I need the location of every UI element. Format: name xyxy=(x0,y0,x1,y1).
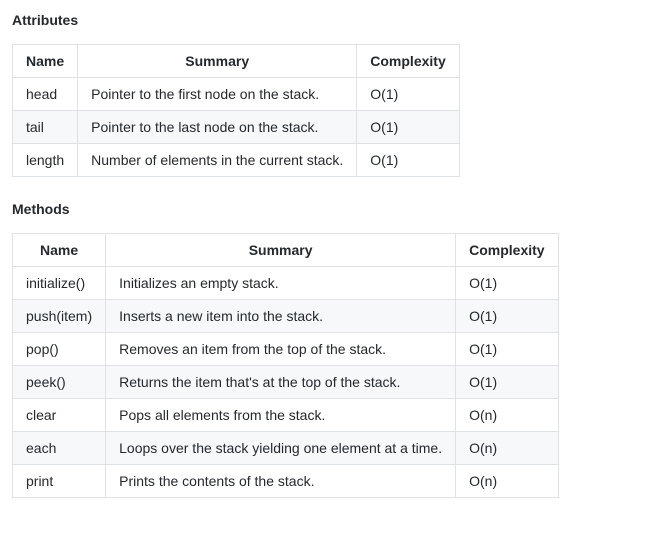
col-header-complexity: Complexity xyxy=(357,45,459,78)
cell-complexity: O(1) xyxy=(456,366,558,399)
cell-name: length xyxy=(13,144,78,177)
cell-summary: Initializes an empty stack. xyxy=(106,267,456,300)
table-row: head Pointer to the first node on the st… xyxy=(13,78,460,111)
cell-name: initialize() xyxy=(13,267,106,300)
table-row: each Loops over the stack yielding one e… xyxy=(13,432,559,465)
cell-name: clear xyxy=(13,399,106,432)
table-row: peek() Returns the item that's at the to… xyxy=(13,366,559,399)
cell-complexity: O(1) xyxy=(456,333,558,366)
cell-name: head xyxy=(13,78,78,111)
cell-name: peek() xyxy=(13,366,106,399)
col-header-summary: Summary xyxy=(106,234,456,267)
cell-complexity: O(1) xyxy=(357,78,459,111)
section-title-attributes: Attributes xyxy=(12,12,638,28)
table-row: print Prints the contents of the stack. … xyxy=(13,465,559,498)
col-header-summary: Summary xyxy=(78,45,357,78)
col-header-complexity: Complexity xyxy=(456,234,558,267)
cell-name: pop() xyxy=(13,333,106,366)
col-header-name: Name xyxy=(13,45,78,78)
table-row: tail Pointer to the last node on the sta… xyxy=(13,111,460,144)
table-header-row: Name Summary Complexity xyxy=(13,45,460,78)
cell-name: tail xyxy=(13,111,78,144)
cell-summary: Returns the item that's at the top of th… xyxy=(106,366,456,399)
table-row: length Number of elements in the current… xyxy=(13,144,460,177)
cell-complexity: O(1) xyxy=(456,267,558,300)
table-header-row: Name Summary Complexity xyxy=(13,234,559,267)
table-row: pop() Removes an item from the top of th… xyxy=(13,333,559,366)
cell-name: print xyxy=(13,465,106,498)
cell-summary: Prints the contents of the stack. xyxy=(106,465,456,498)
cell-complexity: O(n) xyxy=(456,432,558,465)
cell-summary: Pops all elements from the stack. xyxy=(106,399,456,432)
cell-summary: Removes an item from the top of the stac… xyxy=(106,333,456,366)
cell-summary: Inserts a new item into the stack. xyxy=(106,300,456,333)
section-title-methods: Methods xyxy=(12,201,638,217)
cell-complexity: O(1) xyxy=(357,144,459,177)
cell-name: push(item) xyxy=(13,300,106,333)
cell-name: each xyxy=(13,432,106,465)
cell-summary: Pointer to the last node on the stack. xyxy=(78,111,357,144)
cell-complexity: O(1) xyxy=(456,300,558,333)
table-row: push(item) Inserts a new item into the s… xyxy=(13,300,559,333)
cell-complexity: O(1) xyxy=(357,111,459,144)
cell-summary: Number of elements in the current stack. xyxy=(78,144,357,177)
cell-summary: Loops over the stack yielding one elemen… xyxy=(106,432,456,465)
cell-summary: Pointer to the first node on the stack. xyxy=(78,78,357,111)
attributes-table: Name Summary Complexity head Pointer to … xyxy=(12,44,460,177)
col-header-name: Name xyxy=(13,234,106,267)
table-row: clear Pops all elements from the stack. … xyxy=(13,399,559,432)
methods-table: Name Summary Complexity initialize() Ini… xyxy=(12,233,559,498)
cell-complexity: O(n) xyxy=(456,399,558,432)
table-row: initialize() Initializes an empty stack.… xyxy=(13,267,559,300)
cell-complexity: O(n) xyxy=(456,465,558,498)
